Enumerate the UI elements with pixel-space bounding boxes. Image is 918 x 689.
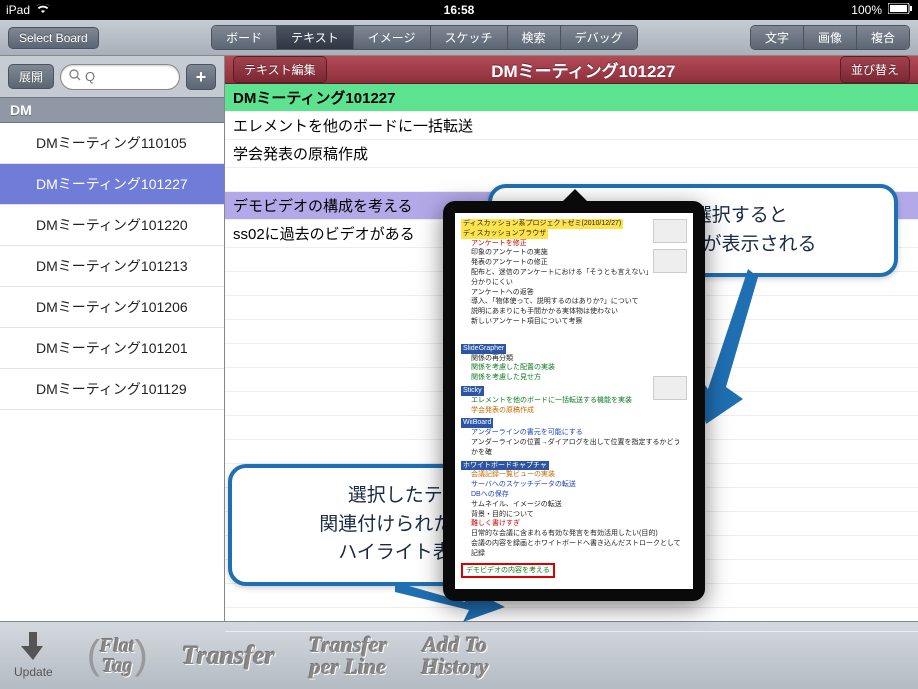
- content-title: DMミーティング101227: [335, 57, 832, 82]
- search-field[interactable]: [60, 64, 180, 90]
- wifi-icon: [36, 3, 50, 17]
- content-rows: DMミーティング101227エレメントを他のボードに一括転送学会発表の原稿作成デ…: [225, 84, 918, 632]
- doc-section: SlideGrapher: [461, 344, 506, 354]
- main-area: 展開 + DM DMミーティング110105DMミーティング101227DMミー…: [0, 56, 918, 621]
- content-row[interactable]: DMミーティング101227: [225, 84, 918, 112]
- sidebar-item[interactable]: DMミーティング101220: [0, 205, 224, 246]
- ath-label-1: Add To: [423, 634, 488, 656]
- doc-line: DBへの保存: [471, 490, 687, 500]
- sidebar-item[interactable]: DMミーティング110105: [0, 123, 224, 164]
- doc-line: 関係を考慮した配置の実装: [471, 363, 687, 373]
- segment-デバッグ[interactable]: デバッグ: [561, 26, 637, 49]
- segment-複合[interactable]: 複合: [857, 26, 909, 49]
- paren-icon: ): [134, 633, 147, 678]
- ath-label-2: History: [421, 656, 488, 678]
- doc-line: アンダーラインの位置→ダイアログを出して位置を指定するかどうかを確: [471, 438, 687, 458]
- search-icon: [69, 68, 81, 86]
- flat-label: Flat: [100, 636, 134, 656]
- sidebar-item[interactable]: DMミーティング101227: [0, 164, 224, 205]
- doc-line: 背景・目的について: [471, 510, 687, 520]
- download-icon: [21, 632, 45, 665]
- update-label: Update: [14, 665, 53, 679]
- flat-tag-button[interactable]: ( Flat Tag ): [87, 633, 148, 678]
- text-edit-button[interactable]: テキスト編集: [233, 56, 327, 83]
- sort-button[interactable]: 並び替え: [840, 56, 910, 83]
- main-segment: ボードテキストイメージスケッチ検索デバッグ: [211, 25, 637, 50]
- document-popover: ディスカッション系プロジェクトゼミ(2010/12/27) ディスカッションブラ…: [443, 201, 705, 601]
- segment-画像[interactable]: 画像: [804, 26, 857, 49]
- doc-highlighted-box: デモビデオの内容を考える: [461, 563, 555, 579]
- doc-line: 分かりにくい: [471, 278, 687, 288]
- carrier-label: iPad: [6, 3, 30, 17]
- doc-line: アンダーラインの書元を可能にする: [471, 428, 687, 438]
- transfer-per-line-button[interactable]: Transfer per Line: [309, 634, 388, 678]
- transfer-button[interactable]: Transfer: [182, 643, 275, 669]
- doc-line: 導入、「物体使って、説明するのはありか?」について: [471, 297, 687, 307]
- update-button[interactable]: Update: [14, 632, 53, 679]
- doc-thumbnail: [653, 376, 687, 400]
- doc-line: 会議の内容を録画とホワイトボードへ書き込んだストロークとして記録: [471, 539, 687, 559]
- doc-heading: ディスカッションブラウザ: [461, 229, 548, 239]
- tag-label: Tag: [102, 656, 132, 676]
- doc-line: 関係の再分類: [471, 354, 687, 364]
- add-button[interactable]: +: [186, 64, 216, 90]
- doc-section: Sticky: [461, 386, 484, 396]
- sidebar-item[interactable]: DMミーティング101129: [0, 369, 224, 410]
- doc-line: 難しく書けすぎ: [471, 519, 687, 529]
- doc-line: 学会発表の原稿作成: [471, 406, 687, 416]
- doc-thumbnail: [653, 219, 687, 243]
- segment-ボード[interactable]: ボード: [212, 26, 277, 49]
- doc-section: WiiBoard: [461, 418, 493, 428]
- clock: 16:58: [444, 3, 475, 17]
- status-bar: iPad 16:58 100%: [0, 0, 918, 20]
- content-header: テキスト編集 DMミーティング101227 並び替え: [225, 56, 918, 84]
- doc-heading: ディスカッション系プロジェクトゼミ(2010/12/27): [461, 219, 623, 229]
- sidebar-item[interactable]: DMミーティング101213: [0, 246, 224, 287]
- doc-line: 会議記録一覧ビューの実装: [471, 470, 687, 480]
- tpl-label-1: Transfer: [309, 634, 388, 656]
- doc-line: 説明にあまりにも手間かかる実体物は使わない: [471, 307, 687, 317]
- segment-文字[interactable]: 文字: [751, 26, 804, 49]
- search-input[interactable]: [85, 69, 171, 84]
- segment-検索[interactable]: 検索: [508, 26, 561, 49]
- document-preview: ディスカッション系プロジェクトゼミ(2010/12/27) ディスカッションブラ…: [455, 213, 693, 589]
- expand-button[interactable]: 展開: [8, 64, 54, 89]
- doc-section: ホワイトボードキャプチャ: [461, 461, 549, 471]
- paren-icon: (: [87, 633, 100, 678]
- doc-line: アンケートへの返答: [471, 288, 687, 298]
- content-row[interactable]: 学会発表の原稿作成: [225, 140, 918, 168]
- add-to-history-button[interactable]: Add To History: [421, 634, 488, 678]
- doc-line: 日常的な会議に含まれる有効な発言を有効活用したい(目的): [471, 529, 687, 539]
- doc-line: 新しいアンケート項目について考察: [471, 317, 687, 327]
- sidebar-item[interactable]: DMミーティング101206: [0, 287, 224, 328]
- sidebar-group-header: DM: [0, 97, 224, 123]
- doc-thumbnail: [653, 249, 687, 273]
- select-board-button[interactable]: Select Board: [8, 27, 99, 49]
- content-pane: テキスト編集 DMミーティング101227 並び替え DMミーティング10122…: [225, 56, 918, 621]
- doc-line: サーバへのスケッチデータの転送: [471, 480, 687, 490]
- battery-percent: 100%: [851, 3, 882, 17]
- battery-icon: [888, 3, 912, 17]
- top-toolbar: Select Board ボードテキストイメージスケッチ検索デバッグ 文字画像複…: [0, 20, 918, 56]
- sidebar: 展開 + DM DMミーティング110105DMミーティング101227DMミー…: [0, 56, 225, 621]
- tpl-label-2: per Line: [310, 656, 386, 678]
- sidebar-item[interactable]: DMミーティング101201: [0, 328, 224, 369]
- right-segment: 文字画像複合: [750, 25, 910, 50]
- sidebar-list: DMミーティング110105DMミーティング101227DMミーティング1012…: [0, 123, 224, 621]
- content-row[interactable]: エレメントを他のボードに一括転送: [225, 112, 918, 140]
- doc-line: サムネイル、イメージの転送: [471, 500, 687, 510]
- content-row-empty: [225, 608, 918, 632]
- segment-イメージ[interactable]: イメージ: [354, 26, 431, 49]
- segment-スケッチ[interactable]: スケッチ: [431, 26, 508, 49]
- segment-テキスト[interactable]: テキスト: [277, 26, 354, 49]
